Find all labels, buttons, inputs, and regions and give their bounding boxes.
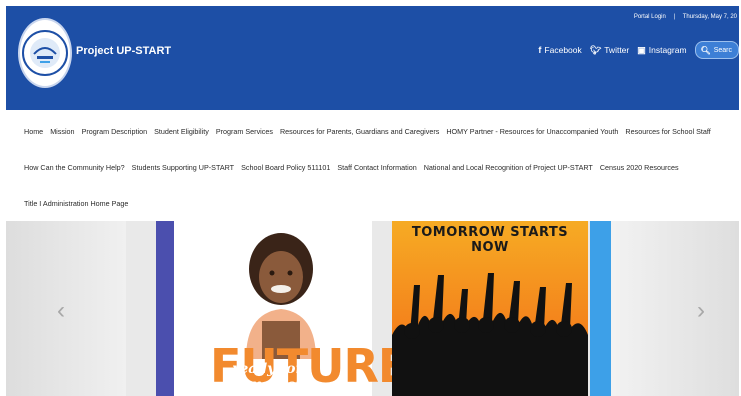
nav-program-description[interactable]: Program Description — [82, 127, 148, 136]
ready-caption: ready for tomorrow — [232, 361, 309, 393]
carousel-slide-tomorrow[interactable]: TOMORROW STARTS NOW — [392, 221, 588, 396]
twitter-icon: 🐦︎ — [589, 44, 602, 55]
slide-accent-strip — [590, 221, 611, 396]
slide-accent-bar — [156, 221, 174, 396]
facebook-icon: f — [538, 45, 542, 55]
nav-student-eligibility[interactable]: Student Eligibility — [154, 127, 209, 136]
twitter-label: Twitter — [604, 45, 630, 55]
facebook-link[interactable]: f Facebook — [538, 45, 581, 55]
facebook-label: Facebook — [544, 45, 582, 55]
carousel-fade-right — [599, 221, 739, 396]
top-utility-links: Portal Login | Thursday, May 7, 20 — [628, 14, 737, 20]
instagram-link[interactable]: ▣ Instagram — [637, 45, 686, 56]
nav-community-help[interactable]: How Can the Community Help? — [24, 163, 125, 172]
nav-row-1: Home Mission Program Description Student… — [24, 127, 716, 136]
crowd-silhouette — [392, 273, 588, 396]
search-button[interactable]: 🔍︎ Searc — [694, 41, 739, 59]
nav-program-services[interactable]: Program Services — [216, 127, 273, 136]
search-label: Searc — [713, 46, 732, 54]
nav-mission[interactable]: Mission — [50, 127, 74, 136]
nav-board-policy[interactable]: School Board Policy 511101 — [241, 163, 330, 172]
nav-students-supporting[interactable]: Students Supporting UP-START — [132, 163, 234, 172]
carousel-fade-left — [6, 221, 126, 396]
instagram-icon: ▣ — [637, 44, 646, 55]
nav-home[interactable]: Home — [24, 127, 43, 136]
portal-login-link[interactable]: Portal Login — [634, 14, 666, 20]
school-logo[interactable] — [18, 18, 72, 88]
carousel-slide-future[interactable]: FUTURE ready for tomorrow — [156, 221, 409, 396]
nav-row-2: How Can the Community Help? Students Sup… — [24, 163, 684, 172]
image-carousel[interactable]: ‹ › FUTURE ready for tomorrow TOMORROW S… — [6, 221, 739, 396]
current-date: Thursday, May 7, 20 — [682, 14, 737, 20]
nav-homy-partner[interactable]: HOMY Partner - Resources for Unaccompani… — [446, 127, 618, 136]
nav-resources-staff[interactable]: Resources for School Staff — [625, 127, 710, 136]
nav-title-i[interactable]: Title I Administration Home Page — [24, 199, 128, 208]
nav-census[interactable]: Census 2020 Resources — [600, 163, 679, 172]
separator: | — [673, 14, 676, 20]
chevron-right-icon[interactable]: › — [697, 297, 705, 325]
instagram-label: Instagram — [648, 45, 687, 55]
nav-staff-contact[interactable]: Staff Contact Information — [337, 163, 416, 172]
site-header: Project UP-START Portal Login | Thursday… — [6, 6, 739, 110]
social-links: f Facebook 🐦︎ Twitter ▣ Instagram 🔍︎ Sea… — [538, 41, 739, 59]
search-icon: 🔍︎ — [700, 45, 711, 55]
nav-row-3: Title I Administration Home Page — [24, 199, 133, 208]
site-title[interactable]: Project UP-START — [76, 45, 171, 57]
nav-resources-parents[interactable]: Resources for Parents, Guardians and Car… — [280, 127, 439, 136]
twitter-link[interactable]: 🐦︎ Twitter — [590, 45, 629, 56]
chevron-left-icon[interactable]: ‹ — [57, 297, 65, 325]
nav-recognition[interactable]: National and Local Recognition of Projec… — [424, 163, 593, 172]
